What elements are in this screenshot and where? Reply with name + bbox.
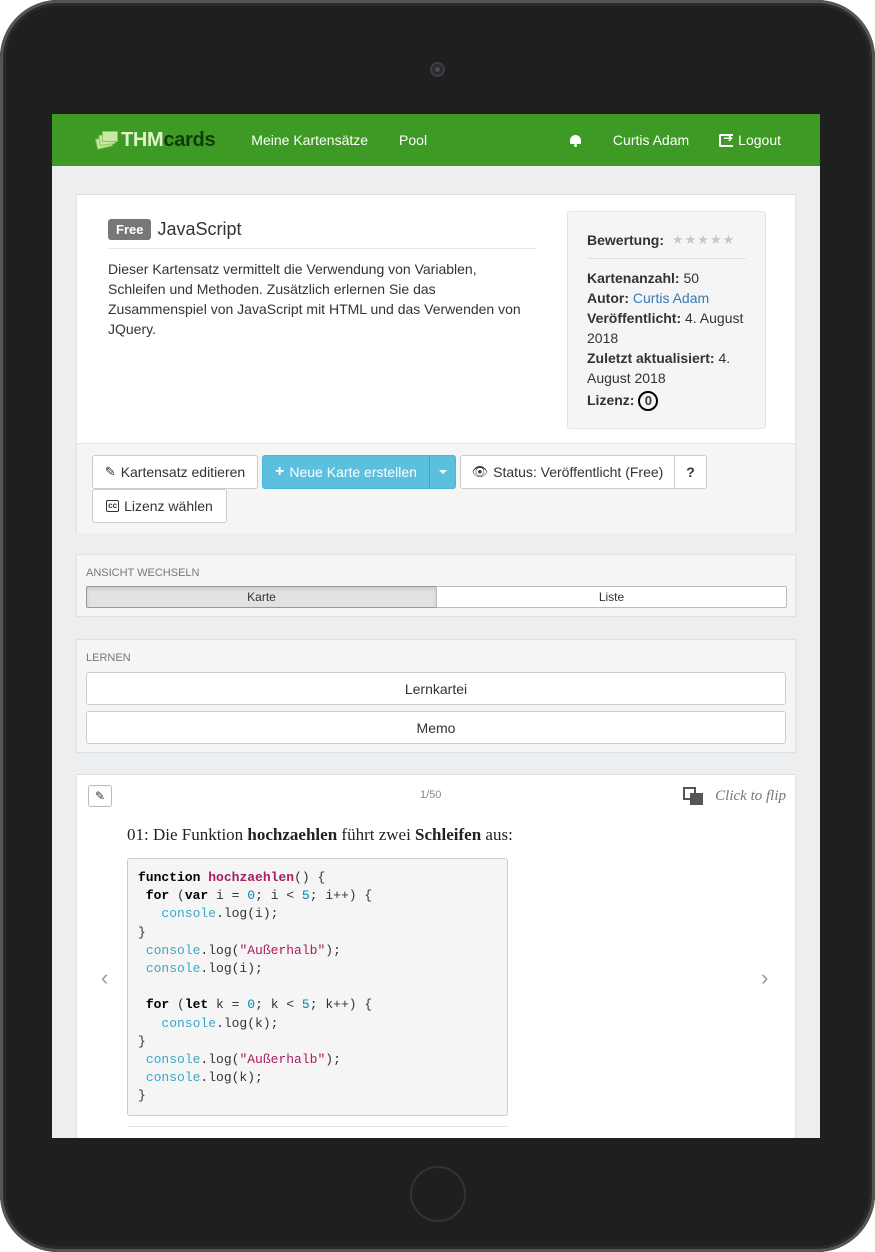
bell-icon: [569, 134, 582, 147]
notifications-button[interactable]: [569, 134, 582, 147]
camera-icon: [430, 62, 445, 77]
cardset-title: JavaScript: [157, 219, 242, 239]
cc-icon: cc: [106, 500, 120, 512]
plus-icon: +: [275, 463, 285, 480]
nav-my-cardsets[interactable]: Meine Kartensätze: [251, 132, 368, 148]
code-block: function hochzaehlen() { for (var i = 0;…: [127, 858, 508, 1116]
new-card-button[interactable]: + Neue Karte erstellen: [262, 455, 430, 489]
cardset-info-box: Bewertung: ★★★★★ Kartenanzahl: 50 Autor:…: [567, 211, 766, 429]
edit-cardset-button[interactable]: ✎ Kartensatz editieren: [92, 455, 258, 489]
view-card-toggle[interactable]: Karte: [86, 586, 437, 608]
user-profile-link[interactable]: Curtis Adam: [613, 132, 689, 148]
eye-icon: 👁: [471, 464, 489, 479]
flip-card-button[interactable]: Click to flip: [683, 787, 786, 805]
cc0-license-icon: 0: [638, 391, 659, 412]
view-switch-label: Ansicht wechseln: [86, 567, 200, 579]
rating-stars[interactable]: ★★★★★: [672, 230, 735, 250]
flip-icon: [683, 787, 704, 805]
card-question: 01: Die Funktion hochzaehlen führt zwei …: [127, 825, 513, 844]
free-badge: Free: [108, 219, 152, 240]
card-counter: 1/50: [420, 789, 442, 801]
screen: THMcards Meine Kartensätze Pool Curtis A…: [52, 114, 820, 1138]
edit-card-button[interactable]: ✎: [88, 785, 112, 807]
brand-cards: cards: [163, 128, 216, 151]
card-count: 50: [683, 270, 700, 286]
previous-card-arrow-icon[interactable]: ‹: [101, 965, 108, 991]
learn-label: Lernen: [86, 652, 131, 664]
home-button[interactable]: [410, 1166, 466, 1222]
cards-logo-icon: [94, 130, 118, 150]
pencil-icon: ✎: [94, 789, 106, 803]
learn-memo-button[interactable]: Memo: [86, 711, 786, 744]
view-list-toggle[interactable]: Liste: [436, 586, 787, 608]
choose-license-button[interactable]: cc Lizenz wählen: [92, 489, 227, 523]
pencil-icon: ✎: [104, 464, 116, 479]
caret-down-icon: [438, 470, 447, 474]
navbar: THMcards Meine Kartensätze Pool Curtis A…: [52, 114, 820, 166]
logout-button[interactable]: Logout: [719, 131, 781, 148]
cardset-description: Dieser Kartensatz vermittelt die Verwend…: [108, 261, 521, 337]
brand-thm: THM: [121, 128, 164, 151]
learn-lernkartei-button[interactable]: Lernkartei: [86, 672, 786, 705]
flashcard-panel: ✎ 1/50 Click to flip 01: Die Funktion ho…: [76, 774, 796, 1138]
new-card-dropdown-toggle[interactable]: [429, 455, 456, 489]
logout-icon: [719, 131, 733, 147]
author-link[interactable]: Curtis Adam: [633, 290, 709, 306]
tablet-frame: THMcards Meine Kartensätze Pool Curtis A…: [0, 0, 875, 1252]
brand-logo[interactable]: THMcards: [94, 128, 216, 152]
cardset-title-row: Free JavaScript: [108, 219, 537, 249]
view-switch-panel: Ansicht wechseln Karte Liste: [76, 554, 796, 617]
rating-row: Bewertung: ★★★★★: [587, 230, 746, 259]
status-help-button[interactable]: ?: [674, 455, 707, 489]
card-divider: [127, 1126, 508, 1127]
logout-label: Logout: [738, 132, 781, 148]
nav-pool[interactable]: Pool: [399, 132, 427, 148]
learn-panel: Lernen Lernkartei Memo: [76, 639, 796, 753]
cardset-panel: Free JavaScript Dieser Kartensatz vermit…: [76, 194, 796, 533]
cardset-actions: ✎ Kartensatz editieren + Neue Karte erst…: [77, 443, 795, 533]
next-card-arrow-icon[interactable]: ›: [761, 965, 768, 991]
status-button[interactable]: 👁 Status: Veröffentlicht (Free): [460, 455, 675, 489]
